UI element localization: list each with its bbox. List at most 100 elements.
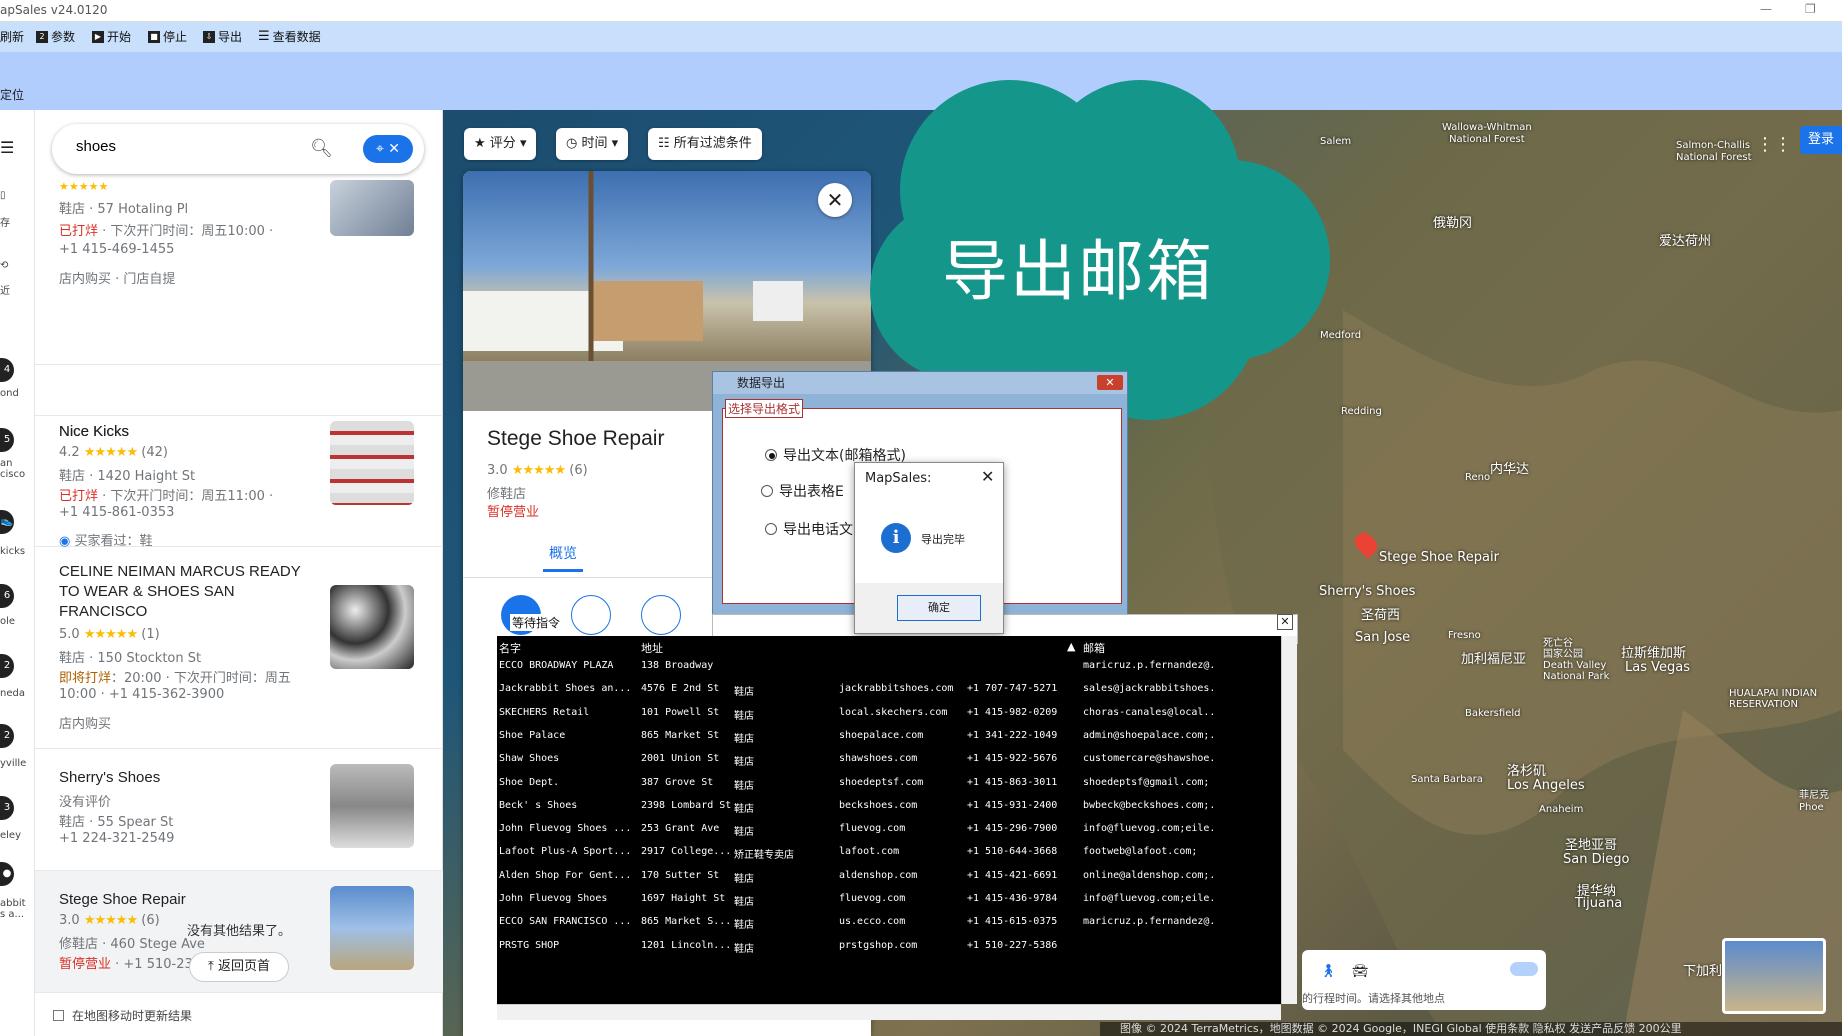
cell-name: Jackrabbit Shoes an...: [499, 683, 632, 695]
nearby-icon[interactable]: [641, 595, 681, 635]
start-button[interactable]: ▶ 开始: [92, 28, 131, 45]
cell-phone: +1 415-436-9784: [967, 893, 1058, 904]
location-pill[interactable]: ⌖ ✕: [363, 135, 413, 163]
back-to-top-label: 返回页首: [217, 959, 270, 974]
message-close-icon[interactable]: ✕: [981, 467, 994, 486]
list-item[interactable]: Nice Kicks 4.2 ★★★★★ (42) 鞋店 · 1420 Haig…: [35, 412, 443, 549]
result-phone: +1 415-861-0353: [59, 505, 175, 520]
rail-bubble[interactable]: ●: [0, 862, 14, 886]
radio-icon[interactable]: [765, 523, 777, 535]
caret-down-icon: ▾: [519, 136, 527, 151]
menu-icon[interactable]: ☰: [0, 138, 14, 157]
login-button[interactable]: 登录: [1800, 126, 1842, 154]
rating-stars: ★★★★★: [59, 180, 109, 193]
list-item[interactable]: Nice Kicks: [35, 295, 443, 440]
tab-overview[interactable]: 概览: [549, 543, 577, 563]
clock-icon: ◷: [566, 136, 578, 151]
cell-category: 鞋店: [734, 920, 754, 932]
result-type-address: 鞋店 · 55 Spear St: [59, 815, 174, 830]
apps-grid-icon[interactable]: ⋮⋮: [1756, 134, 1792, 155]
table-close-icon[interactable]: ✕: [1277, 614, 1293, 630]
cell-email: choras-canales@local..: [1083, 706, 1216, 718]
result-photo[interactable]: [330, 421, 414, 505]
rail-bubble[interactable]: 2: [0, 724, 14, 748]
cell-website: lafoot.com: [839, 846, 900, 858]
list-icon: ☰: [258, 29, 270, 44]
rail-bubble[interactable]: 6: [0, 584, 14, 608]
rating-filter[interactable]: ★ 评分 ▾: [464, 128, 537, 160]
rail-bubble[interactable]: 👟: [0, 510, 14, 534]
radio-phone[interactable]: 导出电话文: [765, 519, 853, 539]
left-rail: ☰ ▯ 存 ⟲ 近 4 ond 5 an cisco 👟 kicks 6 ole…: [0, 110, 35, 1036]
clear-icon[interactable]: ✕: [388, 141, 400, 157]
result-photo[interactable]: [330, 764, 414, 848]
back-to-top-button[interactable]: ⤒ 返回页首: [189, 952, 289, 982]
radio-icon[interactable]: [761, 485, 773, 497]
refresh-button[interactable]: 刷新: [0, 28, 24, 45]
radio-table[interactable]: 导出表格E: [761, 481, 844, 501]
stop-label: 停止: [163, 30, 188, 44]
result-name[interactable]: Stege Shoe Repair: [59, 891, 186, 908]
result-name[interactable]: Sherry's Shoes: [59, 769, 160, 786]
map-label[interactable]: Stege Shoe Repair: [1379, 550, 1499, 565]
all-filters-button[interactable]: ☷ 所有过滤条件: [648, 128, 762, 160]
move-update-checkbox[interactable]: 在地图移动时更新结果: [53, 1007, 192, 1024]
view-data-button[interactable]: ☰ 查看数据: [258, 28, 321, 45]
radio-checked-icon[interactable]: [765, 449, 777, 461]
table-hscrollbar[interactable]: [497, 1004, 1281, 1020]
column-header-name[interactable]: 名字: [499, 640, 521, 656]
cell-email: bwbeck@beckshoes.com;.: [1083, 799, 1216, 811]
list-item[interactable]: CELINE NEIMAN MARCUS READY TO WEAR & SHO…: [35, 547, 443, 749]
rail-bubble[interactable]: 3: [0, 796, 14, 820]
walk-icon[interactable]: 🚶︎: [1320, 964, 1337, 979]
rail-saved-icon[interactable]: ▯: [0, 190, 6, 201]
list-item[interactable]: Sherry's Shoes 没有评价 鞋店 · 55 Spear St +1 …: [35, 749, 443, 871]
cell-phone: +1 415-982-0209: [967, 706, 1058, 718]
result-phone: +1 224-321-2549: [59, 831, 175, 846]
card-review-count[interactable]: (6): [569, 463, 587, 478]
table-vscrollbar[interactable]: [1281, 636, 1297, 1004]
column-header-address[interactable]: 地址: [641, 640, 663, 656]
arrow-up-icon: ⤒: [208, 959, 214, 974]
result-photo[interactable]: [330, 585, 414, 669]
checkbox-icon[interactable]: [53, 1010, 64, 1021]
search-icon[interactable]: 🔍︎: [310, 138, 333, 159]
ok-button[interactable]: 确定: [897, 595, 981, 621]
rail-recent-icon[interactable]: ⟲: [0, 260, 8, 271]
map-label[interactable]: Sherry's Shoes: [1319, 584, 1415, 599]
cell-name: Shoe Palace: [499, 729, 566, 741]
dialog-close-button[interactable]: ✕: [1097, 375, 1123, 390]
export-button[interactable]: ⇩ 导出: [203, 28, 242, 45]
dialog-title: 数据导出: [737, 376, 786, 390]
rail-bubble[interactable]: 4: [0, 358, 14, 382]
search-input[interactable]: [76, 138, 276, 155]
table-row[interactable]: PRSTG SHOP 1201 Lincoln... 鞋店 prstgshop.com…: [497, 940, 1281, 967]
card-type[interactable]: 修鞋店: [487, 483, 526, 502]
result-name[interactable]: Nice Kicks: [59, 423, 129, 440]
minimize-icon[interactable]: —: [1760, 2, 1772, 16]
close-card-button[interactable]: ✕: [818, 183, 852, 217]
message-box: MapSales: ✕ i 导出完毕 确定: [854, 462, 1004, 634]
result-name-cont[interactable]: FRANCISCO: [59, 603, 147, 620]
save-icon[interactable]: [571, 595, 611, 635]
result-photo[interactable]: [330, 180, 414, 236]
rail-bubble[interactable]: 2: [0, 654, 14, 678]
locate-tab[interactable]: 定位: [0, 86, 24, 103]
cell-category: 鞋店: [734, 803, 754, 815]
street-view-thumbnail[interactable]: [1722, 938, 1826, 1014]
search-box[interactable]: 🔍︎ ⌖ ✕: [52, 124, 424, 174]
pin-icon[interactable]: ⌖: [376, 141, 384, 157]
result-name[interactable]: CELINE NEIMAN MARCUS READY: [59, 563, 301, 580]
toggle-switch[interactable]: [1510, 962, 1538, 976]
result-name-cont[interactable]: TO WEAR & SHOES SAN: [59, 583, 235, 600]
rail-bubble[interactable]: 5: [0, 428, 14, 452]
restore-icon[interactable]: ❐: [1805, 2, 1816, 16]
map-label: 死亡谷 国家公园 Death Valley National Park: [1543, 638, 1610, 682]
cell-website: prstgshop.com: [839, 939, 918, 951]
params-button[interactable]: 2 参数: [36, 28, 75, 45]
cell-phone: +1 341-222-1049: [967, 729, 1058, 741]
car-icon[interactable]: 🚘︎: [1352, 964, 1369, 979]
stop-button[interactable]: ■ 停止: [148, 28, 187, 45]
column-header-email[interactable]: 邮箱: [1083, 640, 1105, 656]
time-filter[interactable]: ◷ 时间 ▾: [556, 128, 629, 160]
